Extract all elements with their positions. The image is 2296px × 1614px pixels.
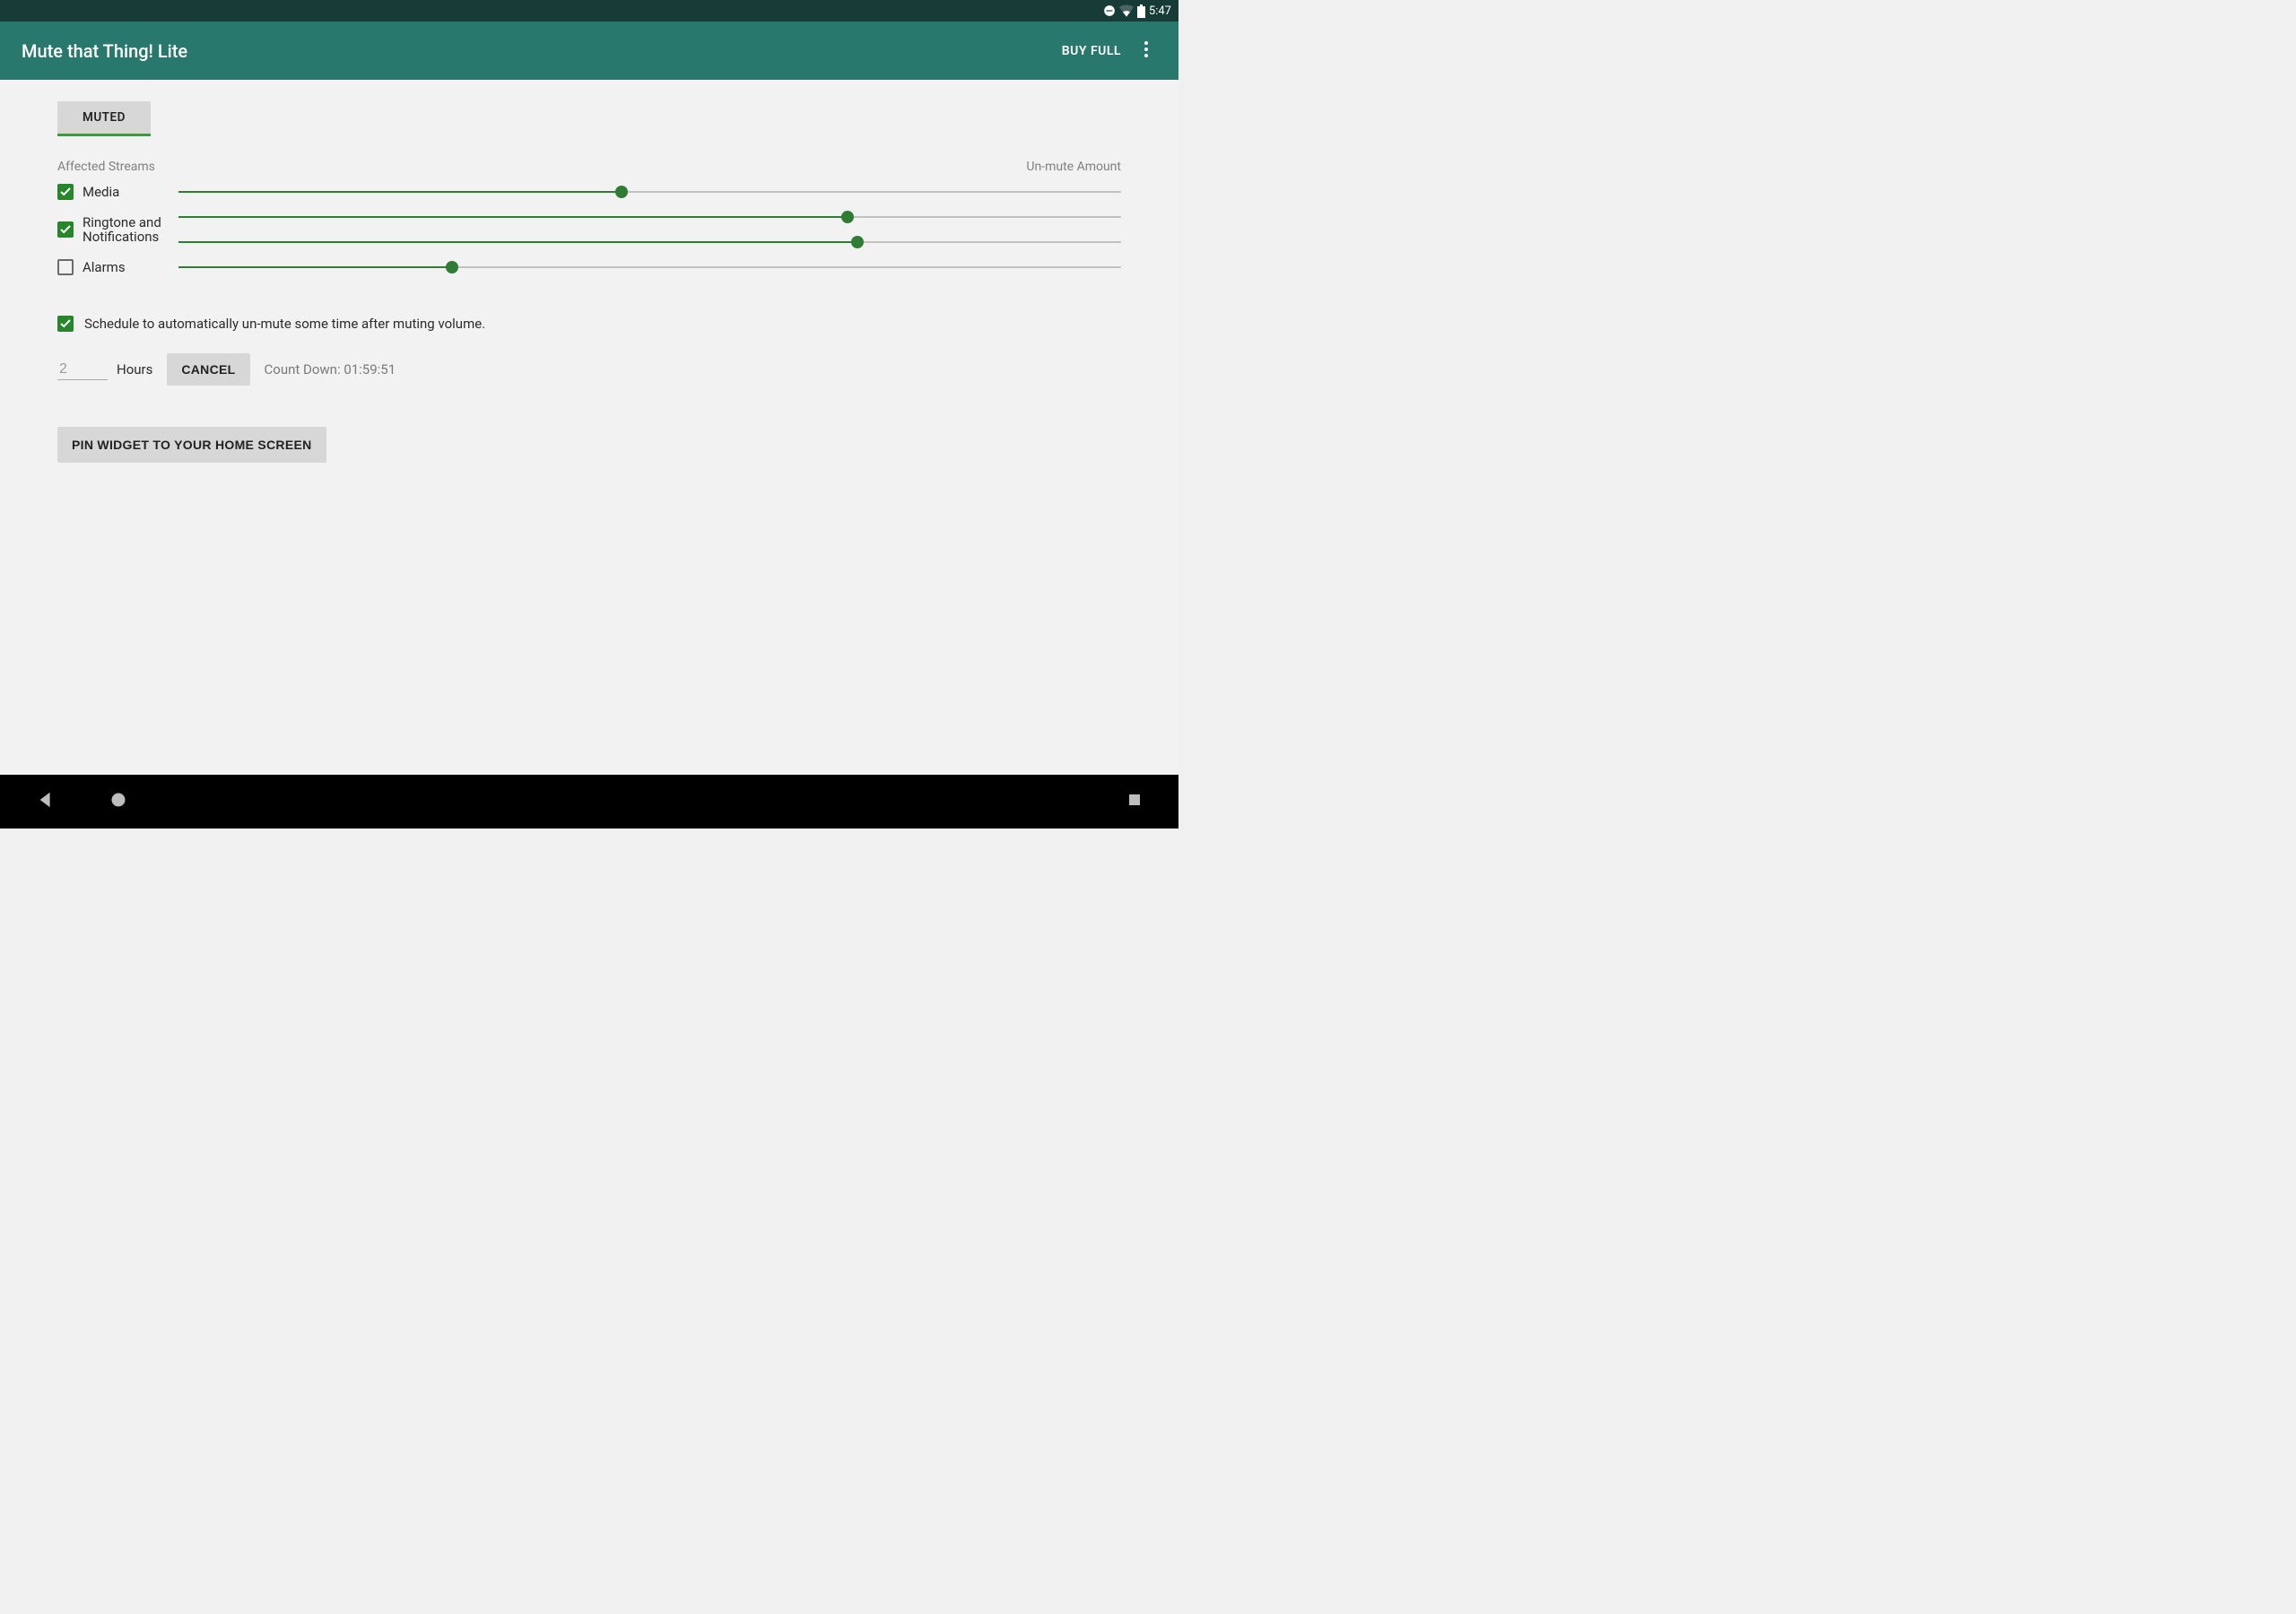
schedule-unmute-label: Schedule to automatically un-mute some t…: [84, 316, 485, 332]
pin-widget-button[interactable]: PIN WIDGET TO YOUR HOME SCREEN: [57, 427, 326, 463]
countdown-text: Count Down: 01:59:51: [265, 361, 396, 377]
status-time: 5:47: [1149, 4, 1171, 18]
check-icon: [60, 319, 71, 328]
label-ringtone-notifications: Ringtone and Notifications: [83, 215, 178, 245]
slider-alarms[interactable]: [178, 255, 1121, 280]
overflow-menu-button[interactable]: [1135, 41, 1157, 61]
label-alarms: Alarms: [83, 260, 126, 275]
main-content: MUTED Affected Streams Un-mute Amount Me…: [0, 80, 1178, 775]
do-not-disturb-icon: [1103, 4, 1116, 17]
tab-muted[interactable]: MUTED: [57, 101, 151, 136]
nav-home-button[interactable]: [109, 791, 127, 812]
home-circle-icon: [109, 791, 127, 812]
app-title: Mute that Thing! Lite: [22, 40, 1062, 62]
slider-media[interactable]: [178, 179, 1121, 204]
wifi-icon: [1119, 4, 1134, 17]
checkbox-media[interactable]: [57, 184, 74, 200]
hours-input[interactable]: [57, 360, 108, 380]
slider-ringtone[interactable]: [178, 204, 1121, 230]
checkbox-alarms[interactable]: [57, 259, 74, 275]
slider-notifications[interactable]: [178, 230, 1121, 255]
android-status-bar: 5:47: [0, 0, 1178, 22]
hours-label: Hours: [117, 361, 152, 377]
affected-streams-header: Affected Streams: [57, 160, 155, 174]
nav-recent-button[interactable]: [1126, 792, 1143, 811]
unmute-amount-header: Un-mute Amount: [1026, 160, 1178, 174]
back-triangle-icon: [36, 790, 56, 813]
check-icon: [60, 187, 71, 196]
recent-square-icon: [1126, 792, 1143, 811]
nav-back-button[interactable]: [36, 790, 56, 813]
cancel-button[interactable]: CANCEL: [167, 353, 249, 386]
tab-strip: MUTED: [57, 101, 1121, 136]
more-vert-icon: [1144, 41, 1148, 61]
android-nav-bar: [0, 775, 1178, 829]
label-media: Media: [83, 185, 119, 200]
check-icon: [60, 225, 71, 234]
battery-icon: [1137, 4, 1145, 18]
buy-full-button[interactable]: BUY FULL: [1062, 44, 1121, 58]
app-bar: Mute that Thing! Lite BUY FULL: [0, 22, 1178, 80]
checkbox-ringtone-notifications[interactable]: [57, 221, 74, 238]
checkbox-schedule-unmute[interactable]: [57, 316, 74, 332]
